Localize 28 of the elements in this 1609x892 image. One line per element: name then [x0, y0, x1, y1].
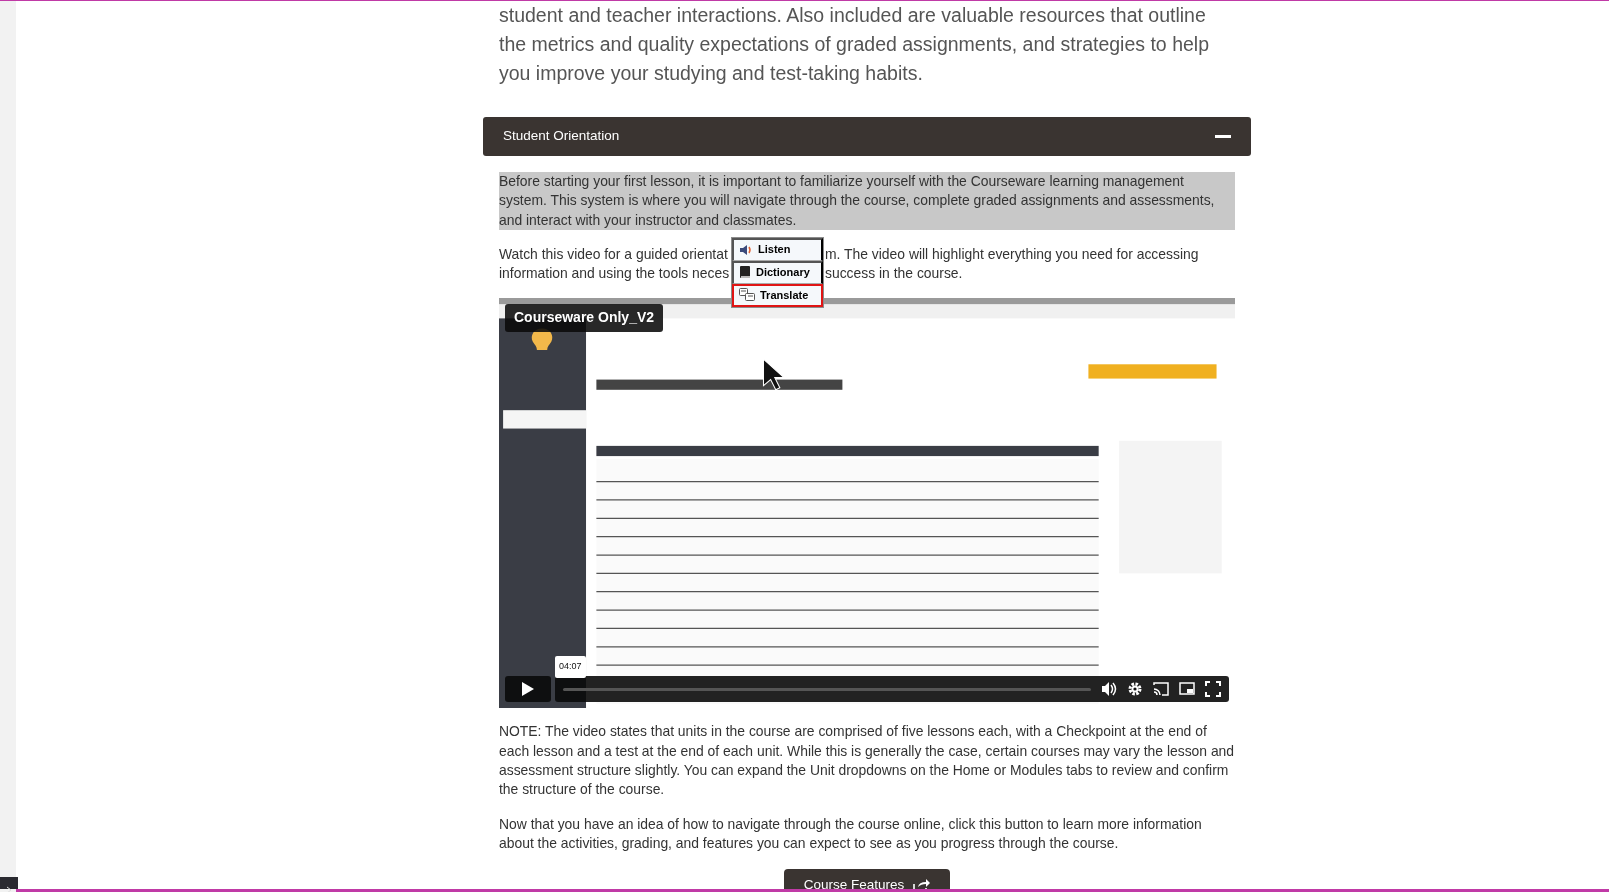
- paragraph-text: Before starting your first lesson, it is important to familiarize yourself with the Courseware learning management system. This system is where you will navigate through the course, complete graded assignments and assessments, and interact with your instructor and classmates.: [499, 172, 1235, 230]
- video-title: Courseware Only_V2: [505, 304, 664, 332]
- progress-track[interactable]: [563, 688, 1091, 691]
- share-arrow-icon: [912, 877, 931, 892]
- menu-item[interactable]: Translate: [732, 283, 823, 307]
- menu-item[interactable]: Listen: [732, 237, 823, 261]
- text-fragment: success in the course.: [825, 264, 964, 284]
- text-fragment: information and using the tools neces: [499, 264, 731, 284]
- speech-bubbles-icon: [739, 288, 755, 303]
- section-header[interactable]: Student Orientation: [483, 117, 1251, 156]
- text-fragment: Watch this video for a guided orientat: [499, 244, 729, 264]
- paragraph-text: Now that you have an idea of how to navigate through the course online, click this button to learn more information about the activities, grading, and features you can expect to see as you progress through the course.: [499, 814, 1203, 853]
- side-toggle[interactable]: [0, 877, 18, 889]
- cast-icon[interactable]: [1153, 681, 1169, 698]
- play-button[interactable]: [505, 676, 551, 703]
- book-icon: [739, 266, 751, 280]
- menu-item[interactable]: Dictionary: [732, 260, 823, 284]
- picture-in-picture-icon[interactable]: [1179, 681, 1195, 698]
- speaker-icon: [739, 243, 753, 256]
- intro-text: student and teacher interactions. Also included are valuable resources that outline the metrics and quality expectations of graded assignments, and strategies to help you improve your studying and test-taking habits.: [498, 3, 1210, 86]
- time-tooltip: 04:07: [555, 656, 586, 678]
- play-icon: [522, 682, 534, 697]
- fullscreen-icon[interactable]: [1205, 681, 1221, 698]
- text-fragment: m. The video will highlight everything you need for accessing: [825, 244, 1200, 264]
- settings-icon[interactable]: [1127, 681, 1143, 698]
- section-title: Student Orientation: [503, 127, 620, 146]
- volume-icon[interactable]: [1101, 681, 1117, 698]
- paragraph-text: NOTE: The video states that units in the course are comprised of five lessons each, with a Checkpoint at the end of each lesson and a test at the end of each unit. While this is generally the case, certain courses may vary the lesson and assessment structure slightly. You can expand the Unit dropdowns on the Home or Modules tabs to review and confirm the structure of the course.: [499, 722, 1235, 800]
